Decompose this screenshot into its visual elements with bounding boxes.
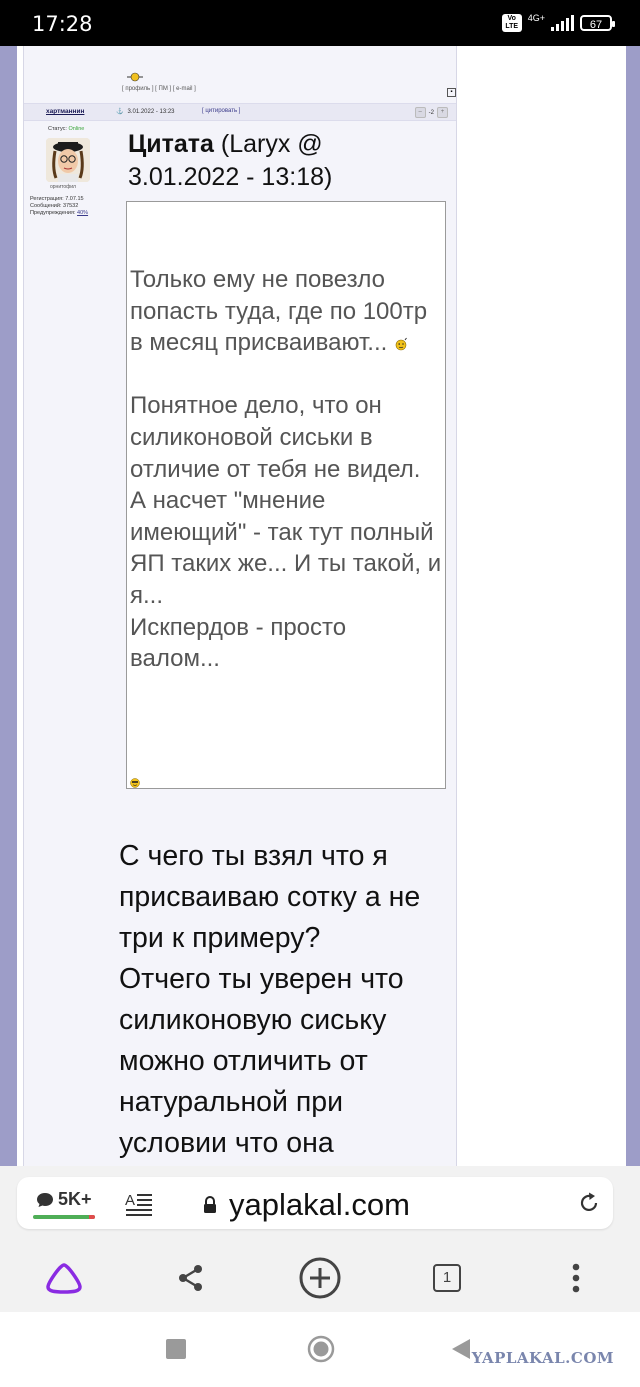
avatar-image [46, 138, 90, 182]
forum-content: [ профиль ] [ ПМ ] [ e-mail ] ▪ хартманн… [17, 46, 458, 1166]
reload-icon[interactable] [577, 1191, 601, 1215]
new-tab-button[interactable] [294, 1252, 346, 1304]
post-username[interactable]: хартманнин [46, 108, 84, 115]
post-date: ⚓ 3.01.2022 - 13:23 [116, 109, 175, 115]
quote-text: Только ему не повезло попасть туда, где … [130, 266, 442, 673]
battery-level: 67 [589, 19, 603, 31]
anchor-icon[interactable]: ⚓ [116, 109, 123, 115]
quote-button[interactable]: [ цитировать ] [202, 108, 240, 114]
prev-post-links[interactable]: [ профиль ] [ ПМ ] [ e-mail ] [122, 86, 196, 92]
share-icon [179, 1265, 202, 1291]
cool-smiley-icon [130, 778, 140, 788]
alice-button[interactable] [38, 1252, 90, 1304]
menu-button[interactable] [550, 1252, 602, 1304]
more-vertical-icon [572, 1263, 580, 1293]
warnings: Предупреждения: 40% [30, 210, 89, 216]
clock: 17:28 [32, 12, 93, 36]
watermark: YAPLAKAL.COM [471, 1349, 614, 1367]
tabs-button[interactable]: 1 [421, 1252, 473, 1304]
back-button[interactable] [450, 1337, 472, 1361]
url-text: yaplakal.com [229, 1187, 410, 1222]
share-button[interactable] [165, 1252, 217, 1304]
page-right-margin [458, 46, 626, 1166]
tabs-icon: 1 [433, 1264, 461, 1292]
expand-icon[interactable]: ▪ [447, 88, 456, 97]
url-display[interactable]: yaplakal.com [203, 1187, 410, 1223]
android-nav-bar: YAPLAKAL.COM [0, 1312, 640, 1387]
address-bar[interactable]: 5K+ A yaplakal.com [17, 1177, 613, 1229]
forum-post-area: [ профиль ] [ ПМ ] [ e-mail ] ▪ хартманн… [23, 46, 457, 1166]
reader-mode-icon[interactable]: A [125, 1191, 153, 1217]
avatar-caption: орнитофил [50, 184, 76, 190]
alice-assistant-icon [46, 1263, 82, 1294]
tabs-count: 1 [442, 1269, 452, 1286]
recents-button[interactable] [166, 1339, 186, 1359]
lock-icon [204, 1196, 216, 1213]
network-type: 4G+ [527, 12, 545, 23]
signal-icon [551, 15, 574, 31]
registration-date: Регистрация: 7.07.15 [30, 196, 84, 202]
reply-text: С чего ты взял что я присваиваю сотку а … [119, 840, 421, 1159]
browser-bottom-nav: 1 [0, 1242, 640, 1312]
svg-text:A: A [125, 1192, 135, 1209]
quote-title: Цитата (Laryx @ 3.01.2022 - 13:18) [128, 128, 438, 194]
home-button[interactable] [306, 1334, 336, 1364]
rate-up-button[interactable]: + [437, 107, 448, 118]
status-icons: Vo LTE 4G+ 67 [501, 12, 615, 32]
quote-box: Только ему не повезло попасть туда, где … [126, 201, 446, 789]
comments-rating-bar [33, 1215, 95, 1219]
comments-count: 5K+ [58, 1189, 92, 1209]
winking-smiley-icon [395, 337, 407, 351]
web-page: [ профиль ] [ ПМ ] [ e-mail ] ▪ хартманн… [0, 46, 640, 1166]
comment-icon [37, 1192, 53, 1207]
post-header: хартманнин ⚓ 3.01.2022 - 13:23 [ цитирова… [24, 103, 456, 121]
avatar[interactable] [46, 138, 90, 182]
post-rating: – -2 + [414, 107, 448, 118]
rating-value: -2 [428, 109, 434, 116]
user-status: Статус: Online [48, 126, 85, 132]
status-bar: 17:28 Vo LTE 4G+ 67 [0, 0, 640, 46]
user-info: Регистрация: 7.07.15 Сообщений: 37532 Пр… [30, 196, 88, 217]
message-count: Сообщений: 37532 [30, 203, 79, 209]
browser-toolbar: 5K+ A yaplakal.com [0, 1166, 640, 1242]
comments-button[interactable]: 5K+ [36, 1189, 92, 1210]
quote-word: Цитата [128, 130, 214, 158]
signature-smiley-icon [127, 72, 143, 82]
battery-icon: 67 [580, 15, 615, 31]
plus-circle-icon [299, 1257, 341, 1299]
volte-icon: Vo LTE [501, 14, 522, 32]
rate-down-button[interactable]: – [414, 107, 426, 118]
